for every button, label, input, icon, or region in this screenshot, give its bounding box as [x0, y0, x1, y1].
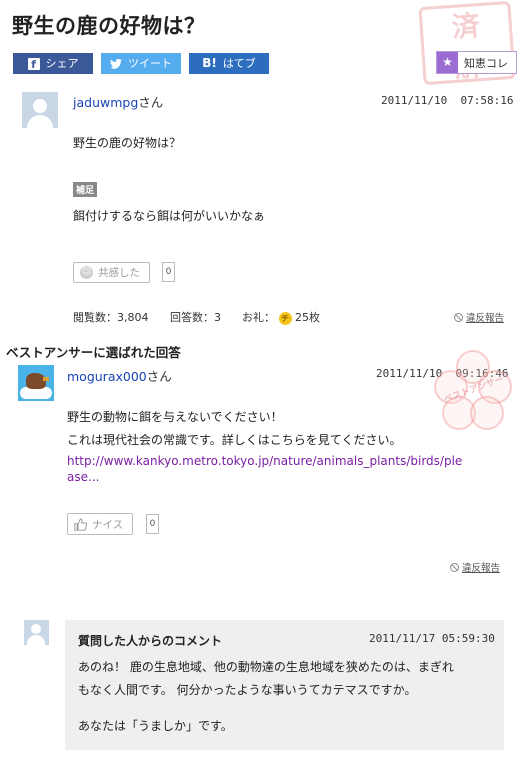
nice-count: 0 [146, 514, 159, 534]
facebook-share-label: シェア [45, 57, 79, 70]
hatena-label: はてブ [222, 57, 256, 70]
star-icon: ★ [437, 52, 458, 73]
supplement-text: 餌付けするなら餌は何がいいかなぁ [73, 209, 266, 223]
thanks-reward: お礼： チ 25枚 [242, 311, 320, 325]
questioner-link[interactable]: jaduwmpg [73, 95, 138, 110]
answerer-name: mogurax000さん [67, 369, 172, 384]
chiekore-label: 知恵コレ [464, 56, 508, 70]
question-report-link[interactable]: 違反報告 [454, 310, 504, 324]
nice-label: ナイス [92, 518, 124, 531]
hatena-icon: B! [202, 56, 217, 70]
chie-coin-icon: チ [278, 311, 292, 325]
nice-button[interactable]: ナイス [67, 513, 133, 535]
view-count: 閲覧数：3,804 [73, 311, 149, 324]
facebook-icon: f [27, 57, 40, 71]
twitter-bird-icon [110, 58, 122, 69]
hatena-bookmark-button[interactable]: B! はてブ [189, 53, 269, 74]
comment-date: 2011/11/17 05:59:30 [369, 632, 495, 645]
question-body: 野生の鹿の好物は？ [73, 136, 182, 150]
answer-line-1: 野生の動物に餌を与えないでください！ [67, 410, 283, 424]
twitter-share-label: ツイート [128, 57, 172, 70]
supplement-badge: 補足 [73, 182, 98, 197]
twitter-share-button[interactable]: ツイート [101, 53, 181, 74]
answerer-link[interactable]: mogurax000 [67, 369, 147, 384]
facebook-share-button[interactable]: f シェア [13, 53, 93, 74]
stamp-char-1: 済 [450, 9, 481, 44]
smile-icon: ☺ [80, 266, 93, 279]
no-entry-icon [450, 562, 459, 572]
questioner-name: jaduwmpgさん [73, 95, 164, 110]
answerer-avatar[interactable] [18, 365, 54, 401]
best-answer-heading: ベストアンサーに選ばれた回答 [6, 345, 181, 360]
answer-line-2: これは現代社会の常識です。詳しくはこちらを見てください。 [67, 433, 402, 447]
comment-line-3: あなたは「うましか」です。 [78, 719, 233, 733]
comment-line-1: あのね！ 鹿の生息地域、他の動物達の生息地域を狭めたのは、まぎれ [78, 660, 454, 674]
empathize-label: 共感した [98, 267, 140, 279]
answer-report-link[interactable]: 違反報告 [450, 560, 500, 574]
best-answer-stamp: ベストアンサー [434, 350, 512, 432]
empathize-count: 0 [162, 262, 175, 282]
answer-url-link[interactable]: http://www.kankyo.metro.tokyo.jp/nature/… [67, 453, 507, 485]
comment-line-2: もなく人間です。 何分かったような事いうてカテマスですか。 [78, 683, 417, 697]
chiekore-button[interactable]: ★ 知恵コレ [436, 51, 517, 74]
no-entry-icon [454, 312, 463, 322]
comment-title: 質問した人からのコメント [78, 634, 223, 648]
page-title: 野生の鹿の好物は？ [12, 14, 206, 38]
thumbs-up-icon [74, 517, 87, 531]
answer-count: 回答数：3 [170, 311, 221, 324]
question-date: 2011/11/10 07:58:16 [381, 94, 514, 107]
commenter-avatar [24, 620, 49, 645]
questioner-avatar[interactable] [22, 92, 58, 128]
empathize-button[interactable]: ☺ 共感した [73, 262, 150, 283]
